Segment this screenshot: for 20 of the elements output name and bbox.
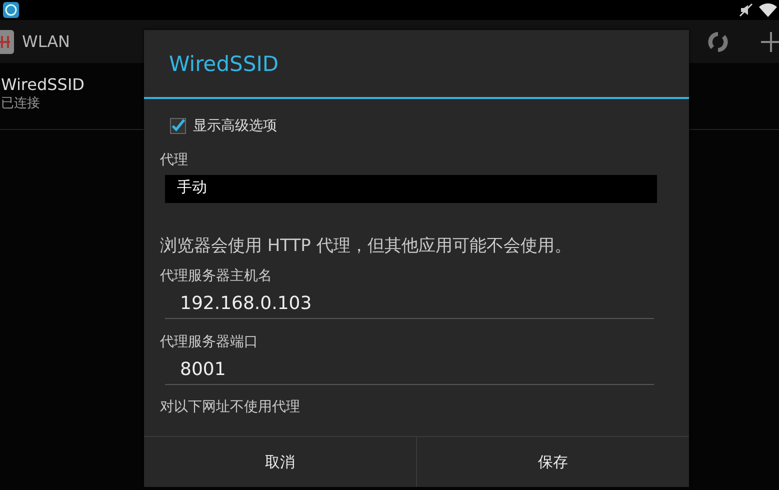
proxy-dropdown[interactable]: 手动: [165, 175, 657, 203]
field-label: 代理服务器端口: [160, 333, 259, 351]
network-status: 已连接: [1, 95, 41, 112]
field-label: 代理: [160, 151, 189, 169]
cancel-button[interactable]: 取消: [144, 437, 416, 487]
proxy-note: 浏览器会使用 HTTP 代理，但其他应用可能不会使用。: [160, 235, 572, 257]
checkbox-label: 显示高级选项: [193, 117, 277, 135]
app-icon: [2, 1, 20, 19]
muted-speaker-icon: [739, 3, 753, 17]
action-bar-title: WLAN: [22, 32, 70, 51]
port-input-field[interactable]: 8001: [165, 355, 654, 385]
host-input-field[interactable]: 192.168.0.103: [165, 289, 654, 319]
network-name: WiredSSID: [1, 75, 86, 94]
save-button[interactable]: 保存: [416, 437, 689, 487]
advanced-checkbox[interactable]: [170, 118, 186, 134]
field-label: 对以下网址不使用代理: [160, 398, 301, 416]
add-icon[interactable]: [761, 30, 779, 52]
field-label: 代理服务器主机名: [160, 267, 273, 285]
dialog-title: WiredSSID: [169, 52, 279, 76]
wifi-icon: [759, 3, 777, 17]
